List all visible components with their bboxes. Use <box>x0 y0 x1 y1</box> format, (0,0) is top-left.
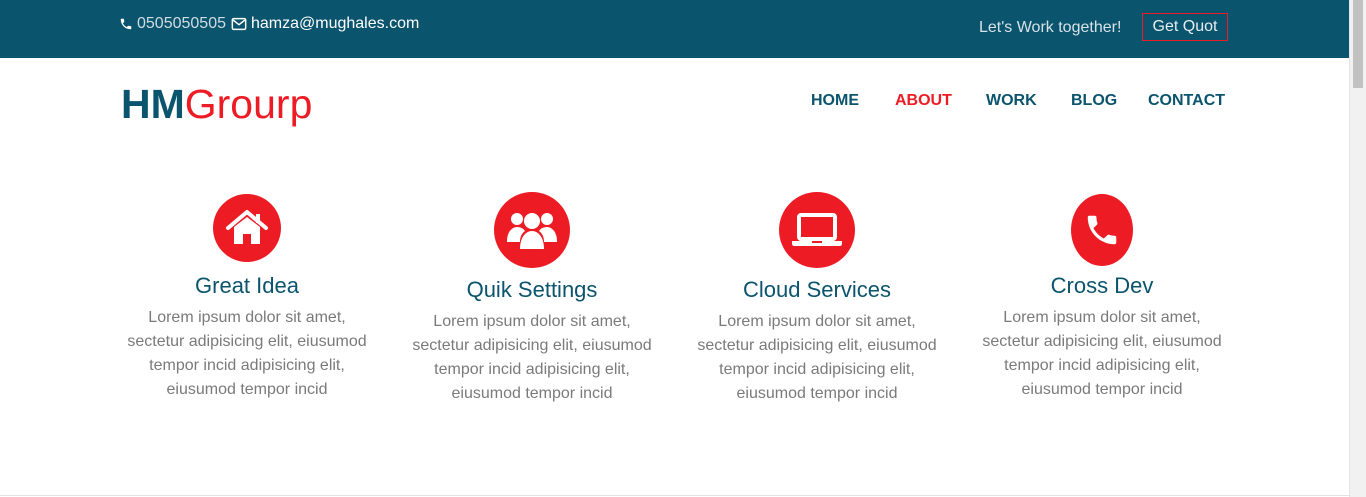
phone-number: 0505050505 <box>137 15 226 32</box>
nav-blog[interactable]: BLOG <box>1071 92 1117 110</box>
email-link[interactable]: hamza@mughales.com <box>251 15 419 33</box>
contact-info: 0505050505 hamza@mughales.com <box>119 15 419 33</box>
logo-part-group: Grourp <box>184 81 313 127</box>
nav-contact[interactable]: CONTACT <box>1148 92 1225 110</box>
feature-title: Cross Dev <box>1050 273 1154 298</box>
site-header: HMGrourp HOME ABOUT WORK BLOG CONTACT <box>0 58 1349 148</box>
nav-about[interactable]: ABOUT <box>895 92 952 110</box>
phone-icon <box>1071 194 1133 266</box>
scrollbar-thumb[interactable] <box>1353 0 1363 88</box>
tagline: Let's Work together! <box>979 19 1122 36</box>
feature-card: Cross Dev Lorem ipsum dolor sit amet, se… <box>972 194 1232 402</box>
nav-work[interactable]: WORK <box>986 92 1037 110</box>
feature-text: Lorem ipsum dolor sit amet, sectetur adi… <box>697 313 937 402</box>
section-divider <box>0 495 1349 496</box>
feature-title: Cloud Services <box>743 277 891 302</box>
feature-card: Great Idea Lorem ipsum dolor sit amet, s… <box>117 194 377 402</box>
feature-text: Lorem ipsum dolor sit amet, sectetur adi… <box>412 313 652 402</box>
feature-card: Cloud Services Lorem ipsum dolor sit ame… <box>687 192 947 406</box>
logo[interactable]: HMGrourp <box>121 80 312 128</box>
page-scrollbar[interactable] <box>1349 0 1366 497</box>
feature-title: Great Idea <box>195 273 299 298</box>
home-icon <box>213 194 281 262</box>
get-quote-button[interactable]: Get Quot <box>1142 13 1228 41</box>
feature-text: Lorem ipsum dolor sit amet, sectetur adi… <box>127 309 367 398</box>
users-icon <box>494 192 570 268</box>
logo-part-hm: HM <box>121 81 185 127</box>
nav-home[interactable]: HOME <box>811 92 859 110</box>
laptop-icon <box>779 192 855 268</box>
feature-card: Quik Settings Lorem ipsum dolor sit amet… <box>402 192 662 406</box>
phone-icon <box>119 17 133 31</box>
feature-title: Quik Settings <box>466 277 598 302</box>
envelope-icon <box>231 17 247 31</box>
top-bar: 0505050505 hamza@mughales.com Let's Work… <box>0 0 1349 58</box>
feature-text: Lorem ipsum dolor sit amet, sectetur adi… <box>982 309 1222 398</box>
